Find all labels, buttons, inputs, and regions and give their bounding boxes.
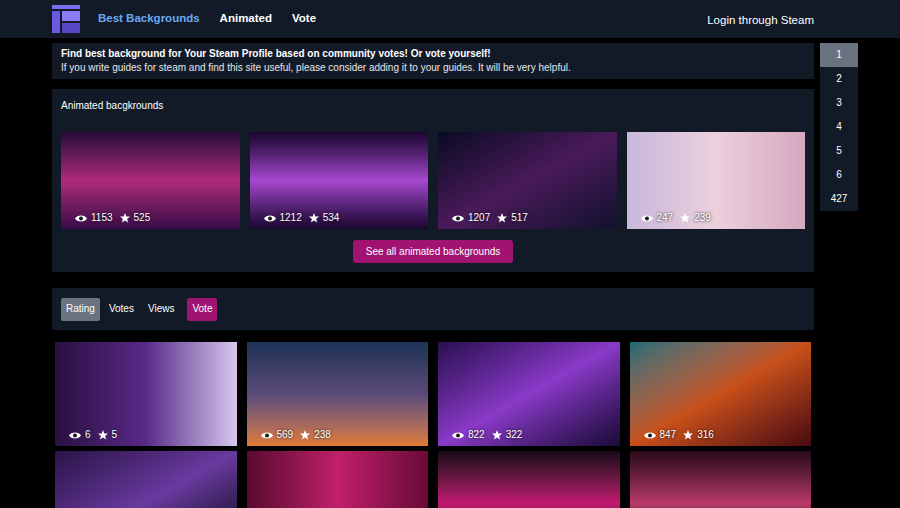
background-thumb[interactable]: 65 bbox=[55, 342, 237, 446]
eye-icon bbox=[644, 431, 656, 440]
background-thumb[interactable] bbox=[438, 451, 620, 508]
view-count: 6 bbox=[85, 429, 91, 441]
star-icon bbox=[492, 430, 502, 440]
page-link[interactable]: 1 bbox=[820, 43, 858, 67]
view-count: 822 bbox=[468, 429, 485, 441]
panel-title: Animated bacgkrounds bbox=[61, 99, 805, 113]
see-all-button[interactable]: See all animated backgrounds bbox=[353, 240, 514, 263]
notice-text: If you write guides for steam and find t… bbox=[61, 61, 805, 75]
login-link[interactable]: Login through Steam bbox=[707, 14, 814, 26]
vote-count: 525 bbox=[134, 212, 151, 224]
star-icon bbox=[497, 213, 507, 223]
star-icon bbox=[680, 213, 690, 223]
star-icon bbox=[98, 430, 108, 440]
view-count: 1153 bbox=[91, 212, 113, 224]
thumb-stats: 65 bbox=[69, 429, 117, 441]
sort-tab[interactable]: Rating bbox=[61, 298, 100, 321]
star-icon bbox=[683, 430, 693, 440]
thumb-stats: 1212 534 bbox=[264, 212, 340, 224]
eye-icon bbox=[261, 431, 273, 440]
eye-icon bbox=[452, 431, 464, 440]
star-icon bbox=[309, 213, 319, 223]
thumb-stats: 822 322 bbox=[452, 429, 522, 441]
eye-icon bbox=[641, 214, 653, 223]
logo-icon[interactable] bbox=[52, 5, 80, 33]
background-thumb[interactable]: 822 322 bbox=[438, 342, 620, 446]
animated-thumb[interactable]: 1212 534 bbox=[250, 132, 429, 229]
nav-link[interactable]: Animated bbox=[220, 10, 272, 27]
thumb-stats: 569 238 bbox=[261, 429, 331, 441]
thumb-stats: 1153 525 bbox=[75, 212, 150, 224]
star-icon bbox=[300, 430, 310, 440]
sort-tab[interactable]: Views bbox=[143, 298, 180, 321]
notice-box: Find best background for Your Steam Prof… bbox=[52, 43, 814, 79]
notice-title: Find best background for Your Steam Prof… bbox=[61, 47, 805, 61]
animated-thumb[interactable]: 247 239 bbox=[627, 132, 806, 229]
vote-count: 238 bbox=[314, 429, 331, 441]
vote-count: 534 bbox=[323, 212, 340, 224]
thumb-stats: 847 316 bbox=[644, 429, 714, 441]
sort-tab[interactable]: Votes bbox=[104, 298, 139, 321]
page-link[interactable]: 4 bbox=[820, 115, 858, 139]
sort-bar: RatingVotesViews Vote bbox=[52, 288, 814, 330]
background-thumb[interactable]: 569 238 bbox=[247, 342, 429, 446]
vote-count: 239 bbox=[694, 212, 711, 224]
page-link[interactable]: 3 bbox=[820, 91, 858, 115]
view-count: 847 bbox=[660, 429, 677, 441]
thumb-stats: 1207 517 bbox=[452, 212, 528, 224]
animated-list: 1153 525 1212 534 1207 517 247 239 bbox=[61, 132, 805, 229]
background-thumb[interactable] bbox=[247, 451, 429, 508]
eye-icon bbox=[452, 214, 464, 223]
page-link[interactable]: 6 bbox=[820, 163, 858, 187]
eye-icon bbox=[75, 214, 87, 223]
background-thumb[interactable] bbox=[630, 451, 812, 508]
view-count: 1207 bbox=[468, 212, 490, 224]
vote-count: 322 bbox=[506, 429, 523, 441]
background-grid: 65569238822322847316 bbox=[52, 342, 814, 508]
thumb-stats: 247 239 bbox=[641, 212, 711, 224]
vote-count: 316 bbox=[697, 429, 714, 441]
star-icon bbox=[120, 213, 130, 223]
nav-link[interactable]: Vote bbox=[292, 10, 316, 27]
animated-thumb[interactable]: 1153 525 bbox=[61, 132, 240, 229]
animated-thumb[interactable]: 1207 517 bbox=[438, 132, 617, 229]
animated-panel: Animated bacgkrounds 1153 525 1212 534 1207 51… bbox=[52, 89, 814, 272]
background-thumb[interactable]: 847 316 bbox=[630, 342, 812, 446]
vote-count: 517 bbox=[511, 212, 528, 224]
nav-link[interactable]: Best Backgrounds bbox=[98, 10, 200, 27]
page-link[interactable]: 427 bbox=[820, 187, 858, 211]
page-link[interactable]: 5 bbox=[820, 139, 858, 163]
vote-button[interactable]: Vote bbox=[187, 298, 217, 321]
view-count: 1212 bbox=[280, 212, 302, 224]
vote-count: 5 bbox=[112, 429, 118, 441]
eye-icon bbox=[264, 214, 276, 223]
eye-icon bbox=[69, 431, 81, 440]
background-thumb[interactable] bbox=[55, 451, 237, 508]
page-link[interactable]: 2 bbox=[820, 67, 858, 91]
view-count: 569 bbox=[277, 429, 294, 441]
view-count: 247 bbox=[657, 212, 674, 224]
